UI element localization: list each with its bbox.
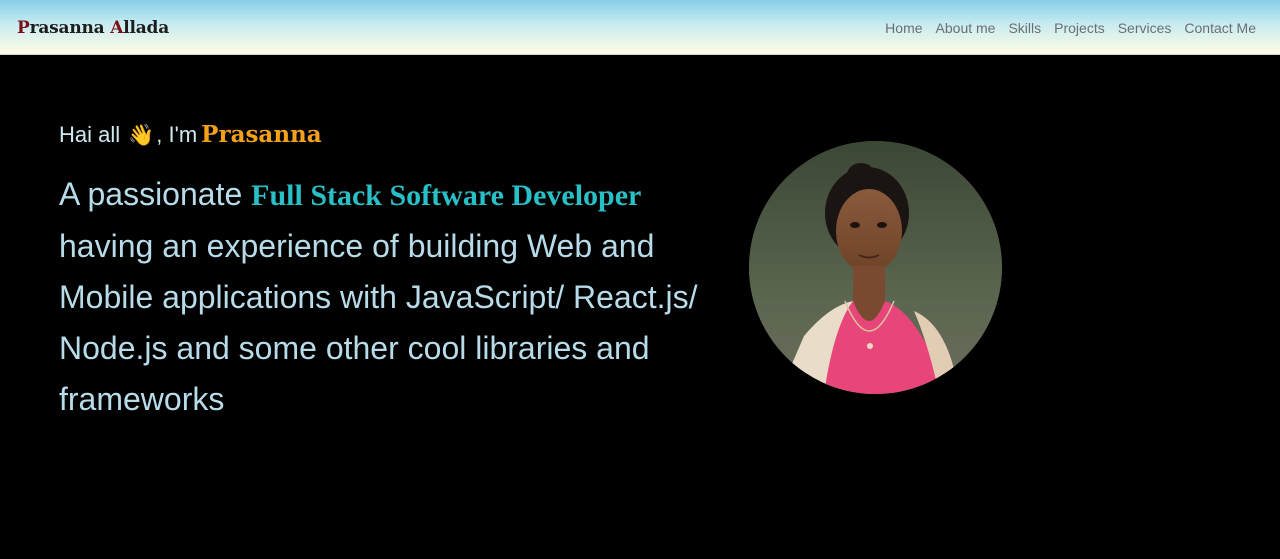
brand-initial-last: A <box>110 18 124 38</box>
brand-logo[interactable]: Prasanna Allada <box>17 16 169 40</box>
greeting-name: Prasanna <box>201 121 322 148</box>
nav-link-about[interactable]: About me <box>936 19 996 37</box>
intro-text: A passionate Full Stack Software Develop… <box>59 169 719 425</box>
intro-prefix: A passionate <box>59 176 252 212</box>
nav-link-contact[interactable]: Contact Me <box>1184 19 1256 37</box>
nav-link-home[interactable]: Home <box>885 19 922 37</box>
brand-text-last: llada <box>123 18 170 38</box>
greeting: Hai all 👋, I'm Prasanna <box>59 119 322 152</box>
profile-photo-illustration <box>749 141 1002 394</box>
greeting-mid: , I'm <box>156 122 198 147</box>
greeting-prefix: Hai all <box>59 122 121 147</box>
brand-text-first: rasanna <box>29 18 111 38</box>
nav-link-services[interactable]: Services <box>1118 19 1172 37</box>
profile-photo <box>749 141 1002 394</box>
nav-links: Home About me Skills Projects Services C… <box>885 19 1256 37</box>
navbar: Prasanna Allada Home About me Skills Pro… <box>0 0 1280 55</box>
brand-initial-first: P <box>17 18 30 38</box>
intro-role: Full Stack Software Developer <box>251 179 642 212</box>
hero-section: Hai all 👋, I'm Prasanna A passionate Full … <box>0 56 1280 559</box>
intro-rest: having an experience of building Web and… <box>59 228 698 417</box>
nav-link-skills[interactable]: Skills <box>1008 19 1041 37</box>
waving-hand-icon: 👋 <box>128 124 155 147</box>
nav-link-projects[interactable]: Projects <box>1054 19 1105 37</box>
